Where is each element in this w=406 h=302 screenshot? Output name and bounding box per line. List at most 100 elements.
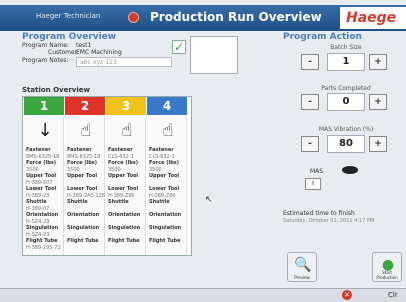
station-field-label: Upper Tool xyxy=(67,173,98,179)
shuttle-down-icon[interactable]: ↓ xyxy=(34,119,56,143)
station-field-label: Singulation xyxy=(26,225,59,231)
station-field-label: Lower Tool xyxy=(67,186,98,192)
customer-value: EMC Machining xyxy=(76,49,122,56)
station-field-value: H-389-2A5-128 xyxy=(67,192,106,199)
user-label: Haeger Technician xyxy=(36,12,101,20)
estimated-finish-value: Saturday, October 01, 2011 4:17 PM xyxy=(283,218,375,224)
stop-icon[interactable]: ✕ xyxy=(342,290,352,300)
station-field-label: Fastener xyxy=(149,147,174,153)
station-field-label: Force (lbs) xyxy=(108,160,139,166)
magnifier-icon: 🔍 xyxy=(294,257,312,273)
station-field-label: Shuttle xyxy=(108,199,129,205)
vibration-plus-button[interactable]: + xyxy=(369,136,387,152)
station-grid: 1 ↓ Fastener 8MS-6325-18 Force (lbs) 3500 Uppe… xyxy=(22,96,192,256)
mas-vibration-value[interactable]: 80 xyxy=(327,135,365,153)
station-field-value: 8MS-6325-18 xyxy=(67,153,101,160)
station-field-label: Orientation xyxy=(108,212,141,218)
parts-plus-button[interactable]: + xyxy=(369,94,387,110)
program-notes-value: abc-xyz-123 xyxy=(80,59,117,66)
station-field-value: 3500 xyxy=(149,166,162,173)
mas-label: MAS xyxy=(310,168,324,175)
station-field-label: Shuttle xyxy=(67,199,88,205)
brand-logo: Haege xyxy=(340,7,406,29)
hand-pointer-icon[interactable]: ☝ xyxy=(116,119,138,143)
station-field-label: Singulation xyxy=(149,225,182,231)
page-title: Production Run Overview xyxy=(150,10,322,24)
mas-bowl-icon xyxy=(342,166,358,174)
station-field-value: H-SZ4-29 xyxy=(26,218,50,225)
preview-button[interactable]: 🔍 Preview xyxy=(287,252,317,282)
customer-label: Customer: xyxy=(48,49,80,56)
station-field-value: 3500 xyxy=(108,166,121,173)
station-field-label: Orientation xyxy=(67,212,100,218)
mouse-cursor-icon: ↖ xyxy=(205,195,213,205)
batch-size-value[interactable]: 1 xyxy=(327,53,365,71)
station-1-column[interactable]: ↓ Fastener 8MS-6325-18 Force (lbs) 3500 Upper… xyxy=(24,117,64,255)
station-field-label: Orientation xyxy=(149,212,182,218)
station-3-header[interactable]: 3 xyxy=(106,97,146,115)
program-action-title: Program Action xyxy=(283,32,362,42)
station-field-label: Orientation xyxy=(26,212,59,218)
station-field-label: Lower Tool xyxy=(26,186,57,192)
parts-minus-button[interactable]: - xyxy=(301,94,319,110)
station-2-header[interactable]: 2 xyxy=(65,97,105,115)
estimated-finish-label: Estimated time to finish xyxy=(283,210,355,217)
program-image-box xyxy=(190,36,238,74)
batch-plus-button[interactable]: + xyxy=(369,54,387,70)
station-field-label: Fastener xyxy=(108,147,133,153)
preview-label: Preview xyxy=(294,275,310,280)
station-field-label: Fastener xyxy=(67,147,92,153)
batch-minus-button[interactable]: - xyxy=(301,54,319,70)
station-field-label: Shuttle xyxy=(149,199,170,205)
station-field-value: 3500 xyxy=(67,166,80,173)
mas-toggle-button[interactable]: I xyxy=(305,178,321,190)
start-production-button[interactable]: ● Start Production xyxy=(372,252,402,282)
station-field-label: Lower Tool xyxy=(108,186,139,192)
station-field-label: Force (lbs) xyxy=(67,160,98,166)
station-field-value: 3500 xyxy=(26,166,39,173)
station-field-value: H-389-607 xyxy=(26,179,53,186)
station-field-label: Flight Tube xyxy=(149,238,181,244)
station-field-label: Flight Tube xyxy=(26,238,58,244)
station-field-label: Force (lbs) xyxy=(149,160,180,166)
station-field-value: H-389-23 xyxy=(26,192,50,199)
station-field-label: Upper Tool xyxy=(108,173,139,179)
station-field-label: Singulation xyxy=(67,225,100,231)
hand-pointer-icon[interactable]: ☝ xyxy=(75,119,97,143)
station-field-label: Shuttle xyxy=(26,199,47,205)
program-name-label: Program Name: xyxy=(22,42,69,49)
station-field-label: Flight Tube xyxy=(108,238,140,244)
station-3-column[interactable]: ☝ Fastener CLS-632-1 Force (lbs) 3500 Upper T… xyxy=(106,117,146,255)
parts-completed-value[interactable]: 0 xyxy=(327,93,365,111)
station-2-column[interactable]: ☝ Fastener 8MS-6325-18 Force (lbs) 3500 Upper… xyxy=(65,117,105,255)
station-field-label: Singulation xyxy=(108,225,141,231)
mas-vibration-label: MAS Vibration (%) xyxy=(318,126,374,133)
station-field-value: 8MS-6325-18 xyxy=(26,153,60,160)
start-production-label: Start Production xyxy=(376,270,398,280)
program-notes-label: Program Notes: xyxy=(22,57,69,64)
station-field-value: CLS-632-1 xyxy=(108,153,134,160)
station-overview-title: Station Overview xyxy=(22,86,90,94)
station-field-label: Upper Tool xyxy=(26,173,57,179)
station-field-value: CLS-632-1 xyxy=(149,153,175,160)
station-1-header[interactable]: 1 xyxy=(24,97,64,115)
clear-label[interactable]: Clr xyxy=(388,291,398,299)
station-field-value: H-389-295-72 xyxy=(26,244,61,251)
station-4-column[interactable]: ☝ Fastener CLS-632-1 Force (lbs) 3500 Upper T… xyxy=(147,117,187,255)
title-bar: Haeger Technician Production Run Overvie… xyxy=(0,5,406,31)
station-field-label: Fastener xyxy=(26,147,51,153)
station-field-value: H-389-Z86 xyxy=(149,192,176,199)
program-overview-title: Program Overview xyxy=(22,32,117,42)
vibration-minus-button[interactable]: - xyxy=(301,136,319,152)
program-notes-field[interactable]: abc-xyz-123 xyxy=(76,57,172,67)
station-field-label: Upper Tool xyxy=(149,173,180,179)
station-field-label: Force (lbs) xyxy=(26,160,57,166)
station-4-header[interactable]: 4 xyxy=(147,97,187,115)
station-field-value: H-SZ4-29 xyxy=(26,231,50,238)
app-screen: Haeger Technician Production Run Overvie… xyxy=(0,0,406,302)
station-field-label: Flight Tube xyxy=(67,238,99,244)
program-name-value: test1 xyxy=(76,42,92,49)
program-checkbox[interactable]: ✓ xyxy=(172,40,186,54)
red-status-icon xyxy=(128,12,139,23)
hand-pointer-icon[interactable]: ☝ xyxy=(157,119,179,143)
